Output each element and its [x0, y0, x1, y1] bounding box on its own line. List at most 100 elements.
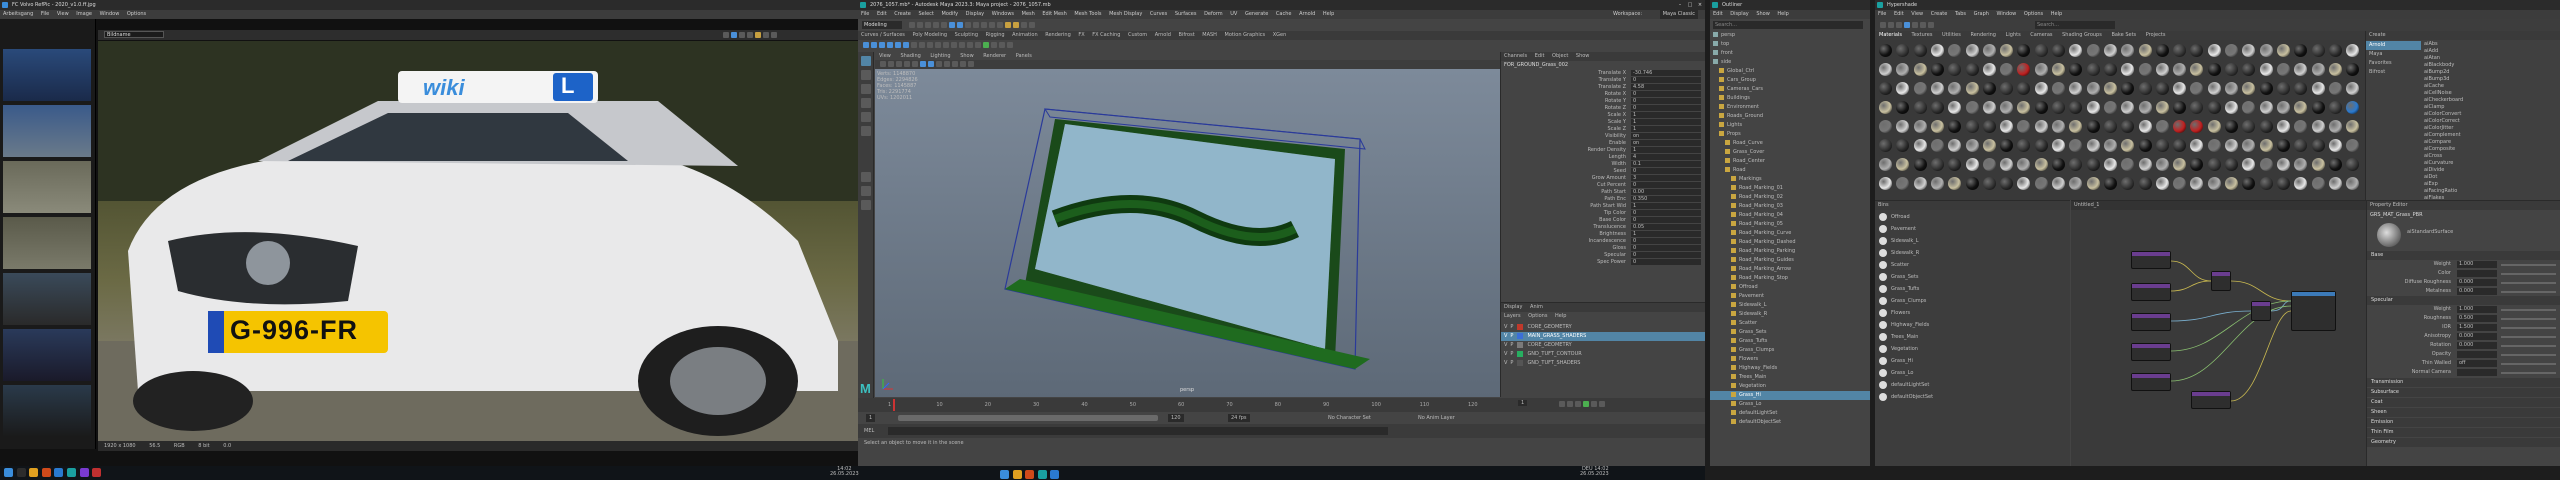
material-swatch[interactable] — [2155, 120, 2169, 133]
outliner-item[interactable]: Markings — [1710, 175, 1870, 184]
bridge-icon[interactable] — [943, 42, 949, 48]
material-swatch[interactable] — [2034, 158, 2048, 171]
material-swatch[interactable] — [2311, 63, 2325, 76]
material-swatch[interactable] — [2173, 177, 2187, 190]
channel-row[interactable]: Base Color 0 — [1501, 217, 1705, 224]
create-cat-3[interactable]: Bifrost — [2366, 68, 2421, 77]
create-cat-0[interactable]: Arnold — [2366, 41, 2421, 50]
create-node-item[interactable]: aiCache — [2424, 83, 2559, 90]
vp-menu-3[interactable]: Show — [960, 53, 974, 59]
outliner-item[interactable]: Road_Marking_Stop — [1710, 274, 1870, 283]
maya-icon-2[interactable] — [1037, 470, 1047, 479]
ipr-icon[interactable] — [1013, 22, 1019, 28]
material-swatch[interactable] — [2052, 44, 2065, 57]
material-swatch[interactable] — [2311, 177, 2325, 190]
material-swatch[interactable] — [2328, 82, 2342, 95]
browser-tab-7[interactable]: Bake Sets — [2111, 32, 2136, 38]
hs-menu-0[interactable]: File — [1878, 10, 1886, 19]
channel-value[interactable]: on — [1631, 140, 1701, 146]
char-set-field[interactable]: No Character Set — [1328, 412, 1371, 424]
visibility-icon[interactable]: V — [1504, 351, 1507, 357]
outliner-item[interactable]: defaultLightSet — [1710, 409, 1870, 418]
outliner-item[interactable]: Road_Center — [1710, 157, 1870, 166]
node-editor[interactable]: Untitled_1 — [2071, 200, 2366, 466]
maya-menu-8[interactable]: Edit Mesh — [1042, 10, 1066, 19]
material-swatch[interactable] — [1896, 158, 1910, 171]
material-swatch[interactable] — [2034, 63, 2048, 76]
channel-row[interactable]: Path Enc 0.350 — [1501, 196, 1705, 203]
maya-icon[interactable] — [66, 468, 76, 477]
lights-icon[interactable] — [944, 61, 950, 67]
layer-tab-0[interactable]: Display — [1504, 304, 1522, 310]
range-end-field[interactable]: 120 — [1168, 414, 1184, 422]
current-frame-marker[interactable] — [893, 399, 895, 411]
material-swatch[interactable] — [2000, 177, 2014, 190]
material-swatch[interactable] — [2069, 63, 2083, 76]
channel-row[interactable]: Length 4 — [1501, 154, 1705, 161]
smooth-icon[interactable] — [967, 42, 973, 48]
range-start-field[interactable]: 1 — [866, 414, 876, 422]
thumbnail-4[interactable] — [3, 273, 91, 325]
material-swatch[interactable] — [2052, 120, 2065, 133]
material-swatch[interactable] — [2017, 177, 2031, 190]
hs-graph-icon[interactable] — [1880, 22, 1886, 28]
material-swatch[interactable] — [1982, 101, 1996, 114]
bookmark-icon[interactable] — [888, 61, 894, 67]
material-swatch[interactable] — [2086, 44, 2100, 57]
material-swatch[interactable] — [2276, 101, 2290, 114]
channel-value[interactable]: on — [1631, 133, 1701, 139]
channel-value[interactable]: 1 — [1631, 112, 1701, 118]
layer-row[interactable]: V P GND_TUFT_CONTOUR — [1501, 350, 1705, 359]
outliner-item[interactable]: Highway_Fields — [1710, 364, 1870, 373]
layer-row[interactable]: V P MAIN_GRASS_SHADERS — [1501, 332, 1705, 341]
anim-layer-field[interactable]: No Anim Layer — [1418, 412, 1455, 424]
outliner-item[interactable]: Road_Marking_Dashed — [1710, 238, 1870, 247]
material-swatch[interactable] — [2017, 120, 2031, 133]
time-slider[interactable]: 1 10 20 30 40 50 60 70 80 90 100 110 120 1 — [858, 398, 1705, 412]
material-swatch[interactable] — [2346, 158, 2360, 171]
sphere-icon[interactable] — [863, 42, 869, 48]
material-swatch[interactable] — [2086, 101, 2100, 114]
node-standard-surface[interactable] — [2291, 291, 2336, 331]
material-swatch[interactable] — [2259, 101, 2273, 114]
alpha-icon[interactable] — [747, 32, 753, 38]
maya-menu-3[interactable]: Select — [918, 10, 933, 19]
material-swatch[interactable] — [1896, 82, 1910, 95]
material-swatch[interactable] — [2294, 82, 2308, 95]
hs-menu-5[interactable]: Graph — [1974, 10, 1989, 19]
browser-icon[interactable] — [41, 468, 51, 477]
material-swatch[interactable] — [1948, 139, 1962, 152]
maya-menu-15[interactable]: Generate — [1245, 10, 1268, 19]
outliner-item[interactable]: Road_Marking_Parking — [1710, 247, 1870, 256]
material-swatch[interactable] — [1948, 82, 1962, 95]
create-node-item[interactable]: aiFlakes — [2424, 195, 2559, 199]
material-swatch[interactable] — [2121, 101, 2135, 114]
material-swatch[interactable] — [2346, 82, 2360, 95]
outliner-item[interactable]: Road_Marking_Arrow — [1710, 265, 1870, 274]
property-value[interactable]: 0.000 — [2457, 333, 2497, 340]
thumbnail-1[interactable] — [3, 105, 91, 157]
create-node-item[interactable]: aiFacingRatio — [2424, 188, 2559, 195]
step-forward-icon[interactable] — [1591, 401, 1597, 407]
property-value[interactable]: 0.000 — [2457, 288, 2497, 295]
paint-select-icon[interactable] — [861, 84, 871, 94]
material-swatch[interactable] — [2328, 158, 2342, 171]
thumbnail-3[interactable] — [3, 217, 91, 269]
material-swatch[interactable] — [2242, 63, 2256, 76]
material-swatch[interactable] — [2017, 44, 2031, 57]
material-swatch[interactable] — [1948, 44, 1962, 57]
material-swatch[interactable] — [2294, 63, 2308, 76]
property-value[interactable]: 1.500 — [2457, 324, 2497, 331]
maya-menu-9[interactable]: Mesh Tools — [1074, 10, 1101, 19]
channel-value[interactable]: 0.350 — [1631, 196, 1701, 202]
create-node-item[interactable]: aiCheckerboard — [2424, 97, 2559, 104]
outliner-item[interactable]: Sidewalk_L — [1710, 301, 1870, 310]
play-icon[interactable] — [1583, 401, 1589, 407]
bin-item[interactable]: Grass_Lo — [1875, 367, 2070, 379]
render-icon[interactable] — [1005, 22, 1011, 28]
step-back-icon[interactable] — [1567, 401, 1573, 407]
material-swatch[interactable] — [1879, 158, 1892, 171]
channel-row[interactable]: Specular 0 — [1501, 252, 1705, 259]
search-icon[interactable] — [16, 468, 26, 477]
select-object-icon[interactable] — [957, 22, 963, 28]
